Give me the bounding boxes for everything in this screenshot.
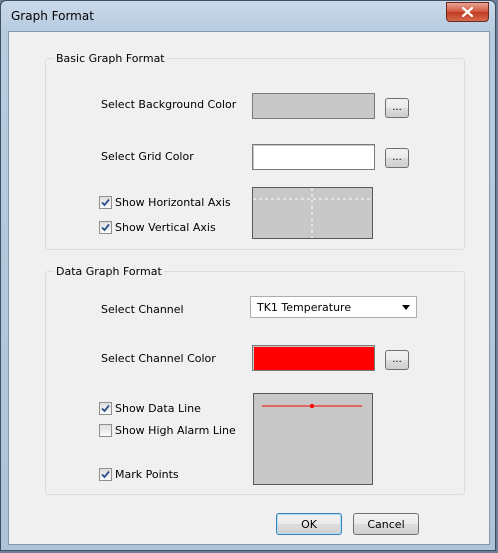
- checkbox-box[interactable]: [99, 401, 112, 415]
- grid-color-browse-button[interactable]: ...: [385, 148, 409, 168]
- close-button[interactable]: [446, 2, 489, 22]
- checkbox-box[interactable]: [99, 220, 112, 234]
- cancel-button[interactable]: Cancel: [353, 513, 419, 535]
- select-channel-label: Select Channel: [101, 303, 184, 316]
- data-line-preview-plot: [262, 403, 362, 409]
- channel-color-label: Select Channel Color: [101, 352, 216, 365]
- grid-color-label: Select Grid Color: [101, 150, 194, 163]
- title-bar[interactable]: Graph Format: [1, 1, 495, 31]
- background-color-swatch: [252, 93, 375, 119]
- channel-color-swatch: [252, 345, 375, 371]
- graph-format-dialog: Graph Format Basic Graph Format Select B…: [0, 0, 496, 551]
- mark-points-label: Mark Points: [115, 467, 179, 481]
- basic-graph-format-legend: Basic Graph Format: [56, 52, 165, 65]
- checkbox-box[interactable]: [99, 195, 112, 209]
- channel-select-value: TK1 Temperature: [257, 301, 352, 314]
- channel-select[interactable]: TK1 Temperature: [250, 296, 417, 318]
- checkbox-box[interactable]: [99, 423, 112, 437]
- close-icon: [462, 7, 473, 17]
- window-title: Graph Format: [11, 9, 94, 23]
- check-icon: [101, 223, 110, 231]
- dialog-body: Basic Graph Format Select Background Col…: [8, 31, 490, 545]
- check-icon: [101, 404, 110, 412]
- show-data-line-checkbox[interactable]: Show Data Line: [99, 400, 201, 416]
- check-icon: [101, 198, 110, 206]
- background-color-browse-button[interactable]: ...: [385, 98, 409, 118]
- show-vertical-axis-checkbox[interactable]: Show Vertical Axis: [99, 219, 216, 235]
- channel-color-browse-button[interactable]: ...: [385, 350, 409, 370]
- show-horizontal-axis-label: Show Horizontal Axis: [115, 195, 231, 209]
- show-data-line-label: Show Data Line: [115, 401, 201, 415]
- check-icon: [101, 470, 110, 478]
- mark-points-checkbox[interactable]: Mark Points: [99, 466, 179, 482]
- dropdown-arrow-icon: [402, 305, 410, 310]
- axis-preview: [252, 187, 373, 239]
- grid-color-swatch: [252, 144, 375, 170]
- ok-button[interactable]: OK: [276, 513, 342, 535]
- show-high-alarm-line-checkbox[interactable]: Show High Alarm Line: [99, 422, 236, 438]
- data-line-preview: [253, 393, 373, 485]
- data-graph-format-legend: Data Graph Format: [56, 265, 162, 278]
- background-color-label: Select Background Color: [101, 98, 237, 111]
- show-vertical-axis-label: Show Vertical Axis: [115, 220, 216, 234]
- checkbox-box[interactable]: [99, 467, 112, 481]
- show-horizontal-axis-checkbox[interactable]: Show Horizontal Axis: [99, 194, 231, 210]
- axis-preview-grid: [253, 188, 372, 238]
- show-high-alarm-line-label: Show High Alarm Line: [115, 423, 236, 437]
